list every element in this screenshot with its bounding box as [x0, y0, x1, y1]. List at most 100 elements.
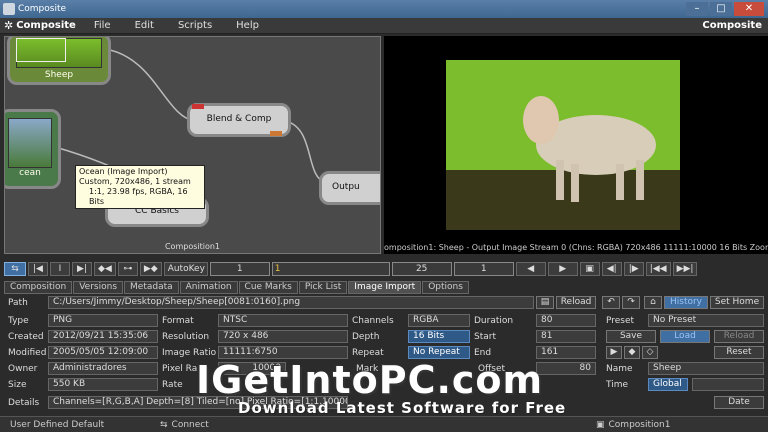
play-back-button[interactable]: ◀ [515, 262, 546, 276]
duration-field[interactable]: 80 [536, 314, 596, 327]
reload-button[interactable]: Reload [556, 296, 596, 309]
timeline-slider[interactable]: 1 [271, 262, 390, 276]
copy-icon[interactable]: ◆ [624, 346, 640, 359]
autokey-button[interactable]: AutoKey [163, 262, 208, 276]
tab-animation[interactable]: Animation [179, 281, 238, 294]
type-field[interactable]: PNG [48, 314, 158, 327]
first-frame-button[interactable]: |◀ [28, 262, 48, 276]
node-blend-label: Blend & Comp [206, 114, 272, 124]
redo-icon[interactable]: ↷ [622, 296, 640, 309]
node-blend-comp[interactable]: Blend & Comp [187, 103, 291, 137]
load-button[interactable]: Load [660, 330, 710, 343]
rate-label: Rate [162, 380, 183, 390]
undo-icon[interactable]: ↶ [602, 296, 620, 309]
set-home-button[interactable]: Set Home [710, 296, 764, 309]
owner-field: Administradores [48, 362, 158, 375]
node-sheep[interactable]: Sheep [7, 37, 111, 85]
output-port[interactable] [270, 131, 282, 136]
menu-edit[interactable]: Edit [123, 20, 166, 31]
key-icon[interactable]: ⊶ [117, 262, 138, 276]
connect-button[interactable]: ⇆ Connect [150, 420, 219, 430]
forward-button[interactable]: |▶ [623, 262, 644, 276]
path-field[interactable]: C:/Users/Jimmy/Desktop/Sheep/Sheep[0081:… [48, 296, 534, 309]
tab-cue-marks[interactable]: Cue Marks [238, 281, 298, 294]
step-icon[interactable]: ▶ [606, 346, 622, 359]
save-button[interactable]: Save [606, 330, 656, 343]
name-field[interactable]: Sheep [648, 362, 764, 375]
minimize-button[interactable]: – [686, 2, 708, 16]
date-button[interactable]: Date [714, 396, 764, 409]
composition-tab-label: Composition1 [608, 419, 671, 430]
composite-brand: Composite [702, 20, 762, 31]
depth-field[interactable]: 16 Bits [408, 330, 470, 343]
app-logo[interactable]: ✲ Composite [0, 19, 82, 32]
prev-key-button[interactable]: ◆◀ [94, 262, 116, 276]
depth-label: Depth [352, 332, 380, 342]
current-frame-field[interactable]: 1 [209, 262, 270, 276]
preset-field[interactable]: No Preset [648, 314, 764, 327]
name-label: Name [606, 364, 633, 374]
input-port[interactable] [192, 104, 204, 109]
format-field[interactable]: NTSC [218, 314, 348, 327]
user-defined-default[interactable]: User Defined Default [0, 420, 150, 430]
start-field[interactable]: 81 [536, 330, 596, 343]
composition-tab[interactable]: ▣ Composition1 [586, 420, 680, 430]
menu-scripts[interactable]: Scripts [166, 20, 224, 31]
tab-versions[interactable]: Versions [73, 281, 124, 294]
pixel-ratio-label: Pixel Ra [162, 364, 198, 374]
image-viewer[interactable]: omposition1: Sheep - Output Image Stream… [384, 36, 768, 254]
step-next-button[interactable]: ▶| [72, 262, 92, 276]
image-ratio-field[interactable]: 11111:6750 [218, 346, 348, 359]
tab-pick-list[interactable]: Pick List [298, 281, 348, 294]
menu-help[interactable]: Help [224, 20, 271, 31]
channels-label: Channels [352, 316, 394, 326]
end-field[interactable]: 161 [536, 346, 596, 359]
time-value-field[interactable] [692, 378, 764, 391]
tab-metadata[interactable]: Metadata [124, 281, 179, 294]
tab-options[interactable]: Options [422, 281, 469, 294]
repeat-field[interactable]: No Repeat [408, 346, 470, 359]
channels-field[interactable]: RGBA [408, 314, 470, 327]
resolution-field[interactable]: 720 x 486 [218, 330, 348, 343]
tab-image-import[interactable]: Image Import [348, 281, 422, 294]
composite-logo-icon: ✲ [4, 19, 14, 32]
paste-icon[interactable]: ◇ [642, 346, 658, 359]
history-button[interactable]: History [664, 296, 708, 309]
duration-label: Duration [474, 316, 514, 326]
reset-button[interactable]: Reset [714, 346, 764, 359]
rewind-button[interactable]: ◀| [601, 262, 622, 276]
home-icon[interactable]: ⌂ [644, 296, 662, 309]
app-icon [3, 3, 15, 15]
window-controls: – □ ✕ [686, 2, 764, 16]
reload-preset-button[interactable]: Reload [714, 330, 764, 343]
time-bar: ⇆ |◀ I ▶| ◆◀ ⊶ ▶◆ AutoKey 1 1 25 1 ◀ ▶ ▣… [4, 260, 768, 278]
path-label: Path [8, 298, 28, 308]
pixel-ratio-field[interactable]: 10000 [218, 362, 286, 375]
node-ocean[interactable]: cean [5, 109, 61, 189]
prev-key-end-button[interactable]: |◀◀ [645, 262, 671, 276]
menu-file[interactable]: File [82, 20, 123, 31]
node-tooltip: Ocean (Image Import) Custom, 720x486, 1 … [75, 165, 205, 209]
node-graph[interactable]: Sheep cean Blend & Comp Outpu CC Basics … [4, 36, 381, 254]
offset-field[interactable]: 80 [536, 362, 596, 375]
bottom-bar: User Defined Default ⇆ Connect ▣ Compositi… [0, 416, 768, 432]
loop-button[interactable]: ⇆ [4, 262, 26, 276]
image-ratio-label: Image Ratio [162, 348, 217, 358]
frame-field[interactable]: 1 [453, 262, 514, 276]
owner-label: Owner [8, 364, 38, 374]
end-frame-field[interactable]: 25 [391, 262, 452, 276]
next-key-button[interactable]: ▶◆ [139, 262, 162, 276]
folder-icon[interactable]: ▤ [536, 296, 554, 309]
close-button[interactable]: ✕ [734, 2, 764, 16]
preset-label: Preset [606, 316, 635, 326]
sheep-illustration [446, 96, 680, 230]
repeat-label: Repeat [352, 348, 384, 358]
time-field[interactable]: Global [648, 378, 688, 391]
maximize-button[interactable]: □ [710, 2, 732, 16]
node-output[interactable]: Outpu [319, 171, 380, 205]
last-frame-button[interactable]: ▶▶| [672, 262, 698, 276]
mark-button[interactable]: I [50, 262, 70, 276]
play-step-button[interactable]: ▣ [579, 262, 600, 276]
tab-composition[interactable]: Composition [4, 281, 73, 294]
play-button[interactable]: ▶ [547, 262, 578, 276]
